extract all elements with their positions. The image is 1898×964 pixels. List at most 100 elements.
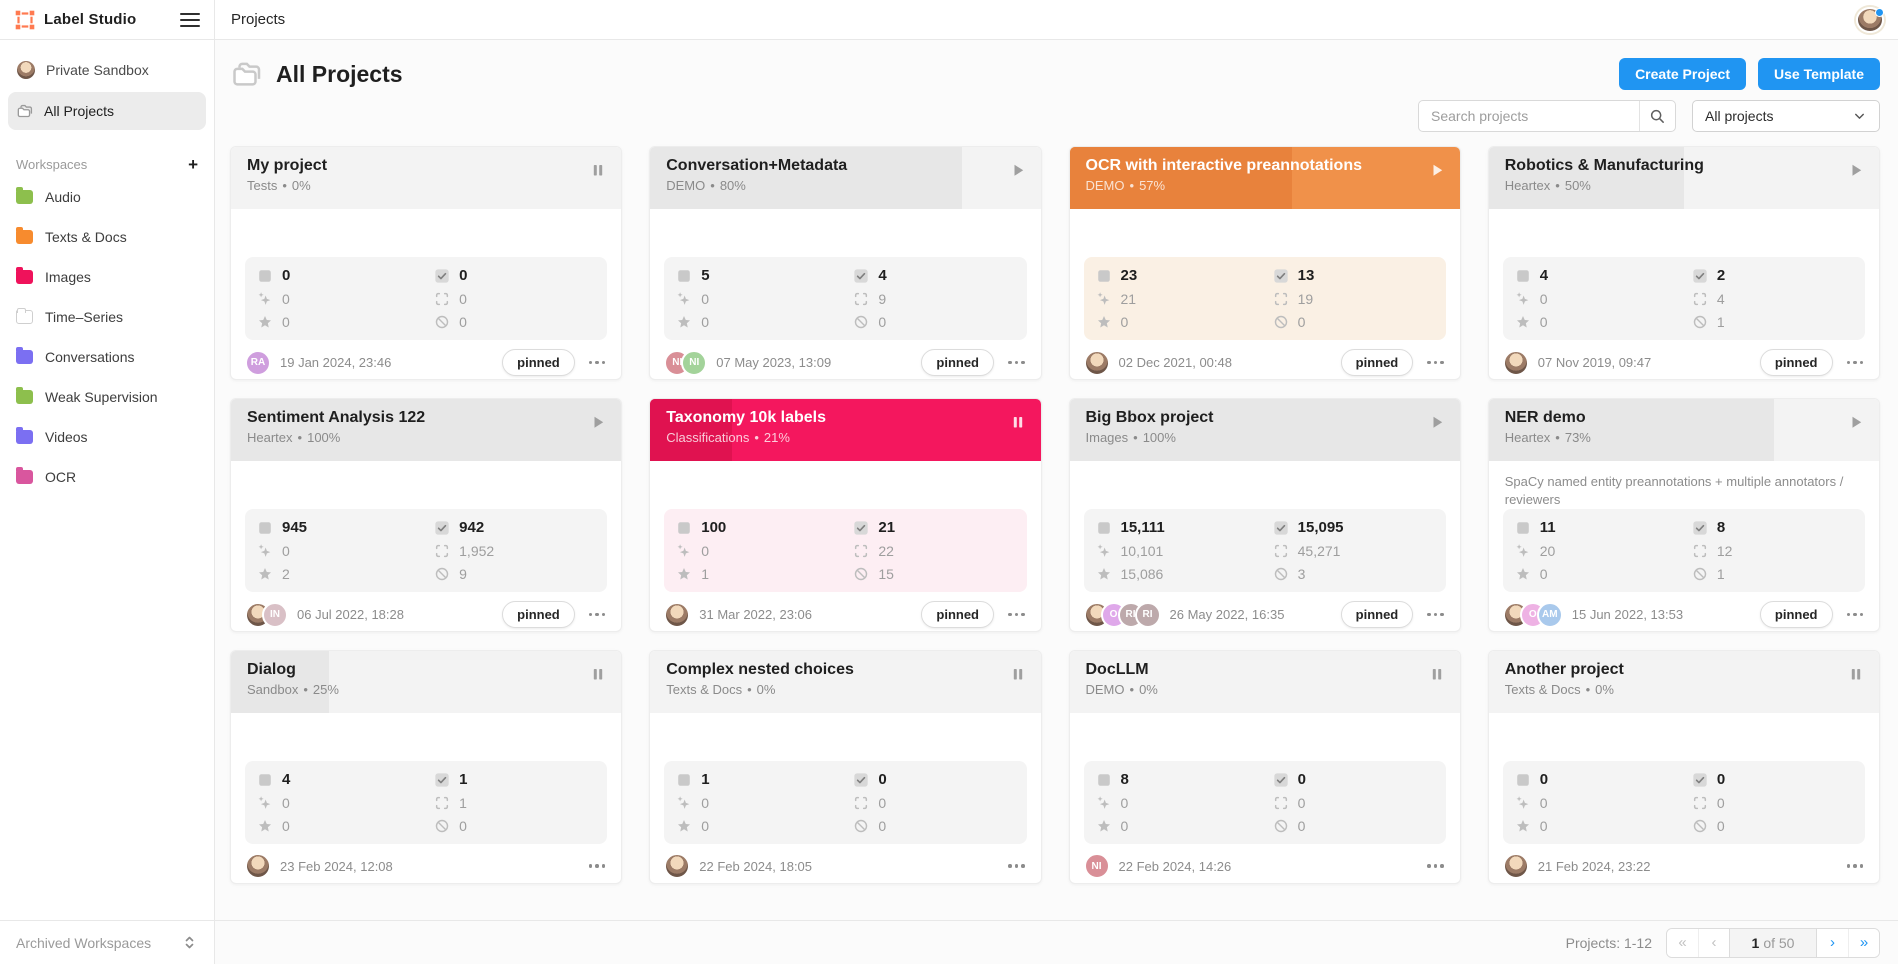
project-card[interactable]: DocLLM DEMO•0% 8 0 0 0 0 0 NI: [1069, 650, 1461, 884]
user-avatar[interactable]: [1856, 7, 1884, 33]
sidebar-workspace-item[interactable]: Videos: [8, 417, 206, 457]
prev-page-button[interactable]: ‹: [1698, 929, 1729, 957]
card-menu-button[interactable]: [1845, 860, 1866, 872]
project-card[interactable]: Robotics & Manufacturing Heartex•50% 4 2…: [1488, 146, 1880, 380]
project-card[interactable]: Another project Texts & Docs•0% 0 0 0 0 …: [1488, 650, 1880, 884]
pinned-button[interactable]: pinned: [921, 349, 994, 376]
stat-finished: 13: [1273, 267, 1434, 284]
project-workspace-label: DEMO: [1086, 178, 1125, 193]
card-menu-button[interactable]: [1006, 357, 1027, 369]
project-stats: 23 13 21 19 0 0: [1084, 257, 1446, 340]
workspaces-label: Workspaces: [16, 157, 87, 172]
stat-ground-truths: 0: [676, 818, 845, 834]
project-card-body: 0 0 0 0 0 0 21 Feb 2024, 23:22: [1489, 713, 1879, 883]
project-card[interactable]: Taxonomy 10k labels Classifications•21% …: [649, 398, 1041, 632]
sidebar: Label Studio Private Sandbox All Project…: [0, 0, 215, 964]
stat-skipped-value: 1: [1717, 566, 1725, 582]
project-card-header: NER demo Heartex•73%: [1489, 399, 1879, 461]
card-menu-button[interactable]: [1425, 609, 1446, 621]
card-menu-button[interactable]: [1425, 357, 1446, 369]
stat-skipped: 1: [1692, 314, 1853, 330]
last-page-button[interactable]: »: [1848, 929, 1879, 957]
task-square-icon: [1096, 772, 1112, 788]
next-page-button[interactable]: ›: [1817, 929, 1848, 957]
stat-skipped-value: 0: [459, 818, 467, 834]
pinned-button[interactable]: pinned: [1760, 349, 1833, 376]
pinned-button[interactable]: pinned: [921, 601, 994, 628]
project-filter-select[interactable]: All projects: [1692, 100, 1880, 132]
sidebar-item-private-sandbox[interactable]: Private Sandbox: [8, 54, 206, 86]
pause-icon[interactable]: [1009, 665, 1027, 683]
project-card[interactable]: Conversation+Metadata DEMO•80% 5 4 0 9 0…: [649, 146, 1041, 380]
card-menu-button[interactable]: [587, 609, 608, 621]
sidebar-workspace-item[interactable]: Images: [8, 257, 206, 297]
pinned-button[interactable]: pinned: [502, 601, 575, 628]
search-icon[interactable]: [1639, 101, 1675, 131]
play-icon[interactable]: [1009, 161, 1027, 179]
project-workspace-label: Texts & Docs: [1505, 682, 1581, 697]
project-workspace-label: Tests: [247, 178, 277, 193]
card-menu-button[interactable]: [1845, 357, 1866, 369]
pinned-button[interactable]: pinned: [502, 349, 575, 376]
card-menu-button[interactable]: [1006, 609, 1027, 621]
project-card-footer: RA 19 Jan 2024, 23:46 pinned: [245, 349, 607, 376]
hamburger-menu-icon[interactable]: [180, 13, 200, 27]
project-title: Dialog: [247, 661, 589, 679]
workspace-list: Audio Texts & Docs Images Time–Series Co…: [8, 177, 206, 497]
projects-range-label: Projects: 1-12: [1566, 935, 1652, 951]
search-input[interactable]: [1419, 101, 1639, 131]
pause-icon[interactable]: [589, 161, 607, 179]
sidebar-workspace-item[interactable]: Audio: [8, 177, 206, 217]
pause-icon[interactable]: [589, 665, 607, 683]
play-icon[interactable]: [589, 413, 607, 431]
stat-finished-value: 8: [1717, 519, 1725, 536]
bbox-icon: [853, 291, 869, 307]
pause-icon[interactable]: [1428, 665, 1446, 683]
sidebar-workspace-item[interactable]: Conversations: [8, 337, 206, 377]
pause-icon[interactable]: [1009, 413, 1027, 431]
project-workspace-label: Classifications: [666, 430, 749, 445]
project-card[interactable]: NER demo Heartex•73% SpaCy named entity …: [1488, 398, 1880, 632]
pinned-button[interactable]: pinned: [1341, 601, 1414, 628]
project-card[interactable]: Sentiment Analysis 122 Heartex•100% 945 …: [230, 398, 622, 632]
project-card[interactable]: OCR with interactive preannotations DEMO…: [1069, 146, 1461, 380]
stat-finished-value: 0: [459, 267, 467, 284]
pause-icon[interactable]: [1847, 665, 1865, 683]
card-menu-button[interactable]: [587, 860, 608, 872]
project-card[interactable]: Complex nested choices Texts & Docs•0% 1…: [649, 650, 1041, 884]
task-square-icon: [1096, 268, 1112, 284]
use-template-button[interactable]: Use Template: [1758, 58, 1880, 90]
project-card[interactable]: My project Tests•0% 0 0 0 0 0 0 RA: [230, 146, 622, 380]
stat-annotations-value: 4: [1717, 291, 1725, 307]
stat-tasks: 11: [1515, 519, 1684, 536]
sidebar-workspace-item[interactable]: OCR: [8, 457, 206, 497]
label-studio-logo-icon[interactable]: [14, 9, 36, 31]
stat-ground-truths-value: 0: [701, 818, 709, 834]
play-icon[interactable]: [1847, 161, 1865, 179]
card-menu-button[interactable]: [1425, 860, 1446, 872]
first-page-button[interactable]: «: [1667, 929, 1698, 957]
play-icon[interactable]: [1428, 413, 1446, 431]
pinned-button[interactable]: pinned: [1760, 601, 1833, 628]
stat-predictions: 0: [257, 291, 426, 307]
project-card[interactable]: Dialog Sandbox•25% 4 1 0 1 0 0: [230, 650, 622, 884]
stat-annotations-value: 0: [459, 291, 467, 307]
stat-ground-truths: 15,086: [1096, 566, 1265, 582]
sidebar-workspace-item[interactable]: Texts & Docs: [8, 217, 206, 257]
create-project-button[interactable]: Create Project: [1619, 58, 1746, 90]
card-menu-button[interactable]: [1006, 860, 1027, 872]
archived-workspaces-row[interactable]: Archived Workspaces: [0, 920, 214, 964]
sidebar-item-all-projects[interactable]: All Projects: [8, 92, 206, 130]
project-card[interactable]: Big Bbox project Images•100% 15,111 15,0…: [1069, 398, 1461, 632]
play-icon[interactable]: [1428, 161, 1446, 179]
stat-predictions: 0: [1515, 291, 1684, 307]
play-icon[interactable]: [1847, 413, 1865, 431]
card-menu-button[interactable]: [587, 357, 608, 369]
sidebar-workspace-item[interactable]: Time–Series: [8, 297, 206, 337]
workspace-name: Weak Supervision: [45, 389, 158, 405]
add-workspace-button[interactable]: +: [188, 156, 198, 173]
pinned-button[interactable]: pinned: [1341, 349, 1414, 376]
sidebar-workspace-item[interactable]: Weak Supervision: [8, 377, 206, 417]
card-menu-button[interactable]: [1845, 609, 1866, 621]
user-avatar-small: [16, 60, 36, 80]
